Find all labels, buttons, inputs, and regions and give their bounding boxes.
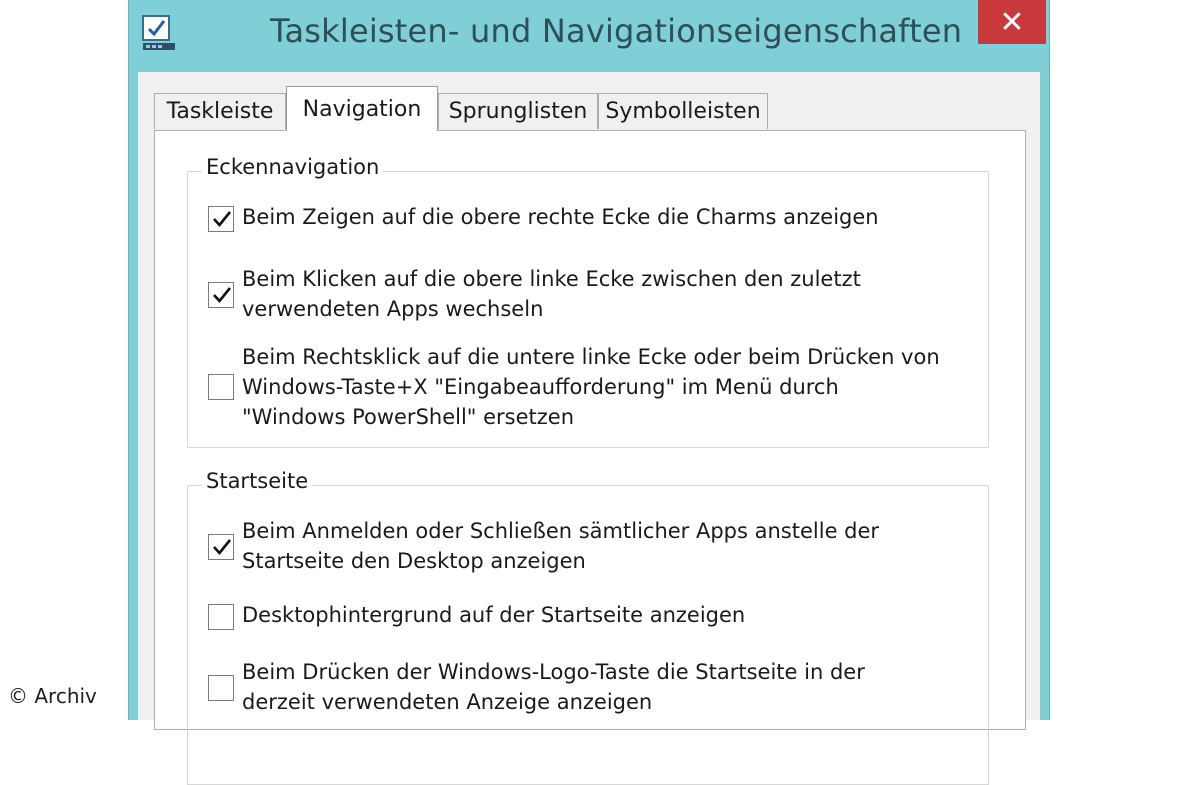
option-label: Beim Rechtsklick auf die untere linke Ec…	[242, 345, 940, 429]
option-label: Beim Drücken der Windows-Logo-Taste die …	[242, 660, 865, 714]
group-startseite: Startseite Beim Anmelden oder Schließen …	[187, 469, 989, 785]
close-button[interactable]: ✕	[978, 0, 1046, 44]
navigation-tab-panel: Eckennavigation Beim Zeigen auf die ober…	[154, 130, 1026, 785]
checkbox-desktop-background-start[interactable]	[208, 604, 234, 630]
tab-navigation[interactable]: Navigation	[286, 86, 438, 131]
option-label: Beim Anmelden oder Schließen sämtlicher …	[242, 519, 880, 573]
option-label: Desktophintergrund auf der Startseite an…	[242, 603, 746, 627]
checkbox-powershell-replace[interactable]	[208, 374, 234, 400]
title-bar[interactable]: Taskleisten- und Navigationseigenschafte…	[128, 0, 1050, 72]
checkbox-start-on-current-display[interactable]	[208, 675, 234, 701]
dialog-client-area: Taskleiste Navigation Sprunglisten Symbo…	[138, 72, 1040, 785]
checkbox-charms-corner[interactable]	[208, 206, 234, 232]
option-label: Beim Klicken auf die obere linke Ecke zw…	[242, 267, 861, 321]
copyright-watermark: © Archiv	[8, 684, 97, 708]
checkbox-switch-recent-apps[interactable]	[208, 282, 234, 308]
checkmark-icon	[213, 539, 232, 555]
close-icon: ✕	[999, 4, 1025, 40]
window-title: Taskleisten- und Navigationseigenschafte…	[270, 12, 963, 50]
tab-taskleiste[interactable]: Taskleiste	[154, 93, 286, 129]
group-eckennavigation: Eckennavigation Beim Zeigen auf die ober…	[187, 155, 989, 448]
group-title-startseite: Startseite	[202, 469, 313, 493]
dialog-window: Taskleisten- und Navigationseigenschafte…	[128, 0, 1050, 785]
checkmark-icon	[213, 211, 232, 227]
group-title-eckennavigation: Eckennavigation	[202, 155, 384, 179]
option-label: Beim Zeigen auf die obere rechte Ecke di…	[242, 205, 879, 229]
checkmark-icon	[213, 287, 232, 303]
checkbox-boot-to-desktop[interactable]	[208, 534, 234, 560]
tab-symbolleisten[interactable]: Symbolleisten	[598, 93, 768, 129]
taskbar-properties-icon	[140, 14, 178, 52]
tab-sprunglisten[interactable]: Sprunglisten	[438, 93, 598, 129]
